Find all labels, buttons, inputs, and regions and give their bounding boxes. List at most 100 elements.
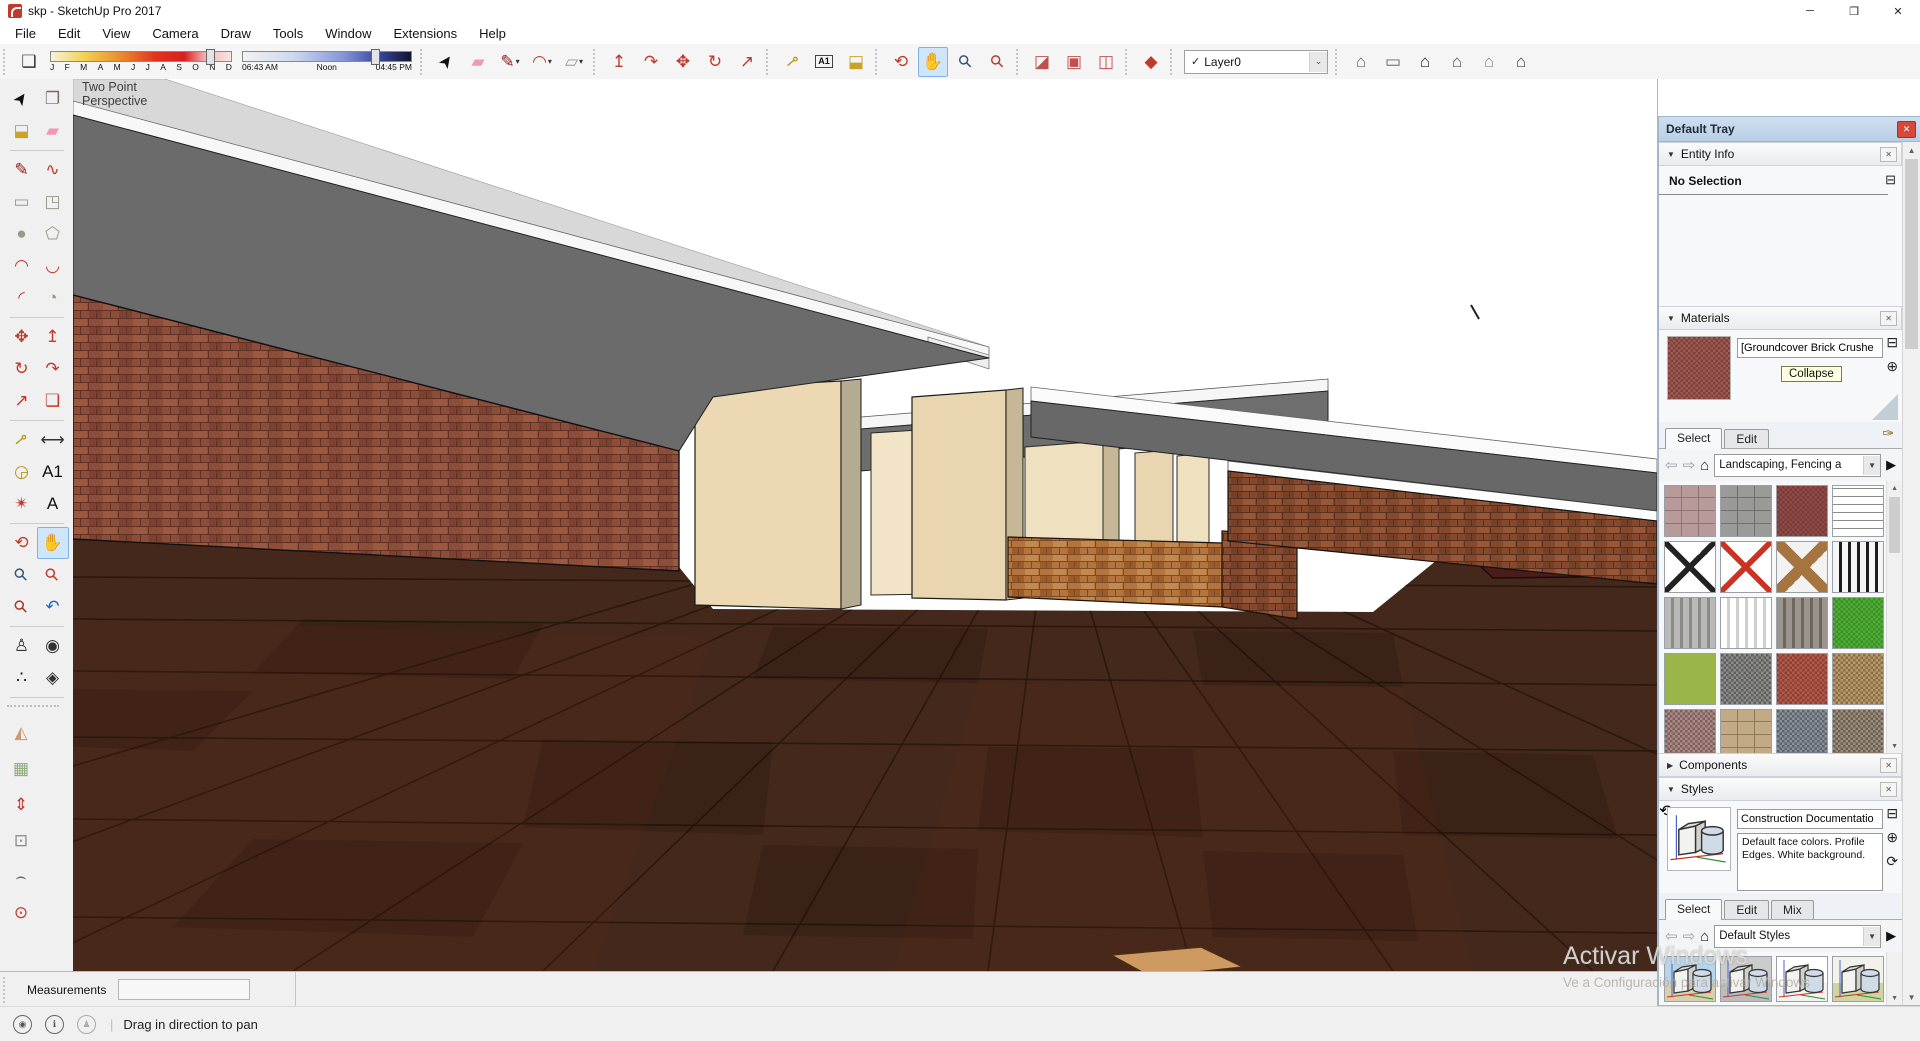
walk-tool[interactable]: ∴ — [6, 662, 38, 694]
display-section-planes-tool[interactable]: ▣ — [1059, 47, 1089, 77]
iso-view-tool[interactable]: ⌂ — [1346, 47, 1376, 77]
zoom-window-tool[interactable]: ⚲ — [37, 559, 69, 591]
dropdown-arrow-icon[interactable]: ▼ — [1863, 927, 1880, 946]
material-swatch-barbed-wire[interactable] — [1832, 485, 1884, 537]
tape-measure-tool[interactable]: ⊸ — [777, 47, 807, 77]
from-contours-tool[interactable]: ◭ — [5, 717, 37, 749]
layer-dropdown-arrow-icon[interactable]: ⌄ — [1309, 52, 1327, 72]
position-camera-tool[interactable]: ♙ — [6, 630, 38, 662]
pan-tool[interactable]: ✋ — [918, 47, 948, 77]
rotated-rectangle-tool[interactable]: ◳ — [37, 186, 69, 218]
material-swatch-wood-planks-weathered[interactable] — [1776, 597, 1828, 649]
move-tool[interactable]: ✥ — [668, 47, 698, 77]
material-swatch-cobblestone-gray[interactable] — [1720, 485, 1772, 537]
material-swatch-lattice-black[interactable] — [1664, 541, 1716, 593]
smoove-tool[interactable]: ⇕ — [5, 789, 37, 821]
three-point-arc-tool[interactable]: ◜ — [6, 282, 38, 314]
back-icon[interactable]: ⇦ — [1665, 927, 1678, 945]
shadow-time-slider[interactable]: 06:43 AMNoon04:45 PM — [242, 51, 412, 72]
back-icon[interactable]: ⇦ — [1665, 456, 1678, 474]
style-thumbnail-white-background[interactable] — [1776, 956, 1828, 1002]
current-material-thumbnail[interactable] — [1667, 336, 1731, 400]
toolbar-grip[interactable] — [1016, 49, 1023, 75]
materials-tab-edit[interactable]: Edit — [1724, 429, 1769, 448]
scroll-down-icon[interactable]: ▼ — [1908, 989, 1916, 1005]
layer-dropdown[interactable]: ✓Layer0⌄ — [1184, 50, 1328, 74]
arc-dropdown-icon[interactable]: ▾ — [548, 57, 552, 66]
forward-icon[interactable]: ⇨ — [1683, 927, 1696, 945]
toolbar-grip[interactable] — [593, 49, 600, 75]
materials-header[interactable]: ▼ Materials ✕ — [1659, 306, 1902, 330]
compass-tool[interactable]: ◈ — [37, 662, 69, 694]
material-swatch-grass-light[interactable] — [1664, 653, 1716, 705]
pan-tool[interactable]: ✋ — [37, 527, 69, 559]
back-view-tool[interactable]: ⌂ — [1474, 47, 1504, 77]
orbit-tool[interactable]: ⟲ — [886, 47, 916, 77]
menu-file[interactable]: File — [4, 24, 47, 43]
styles-tab-select[interactable]: Select — [1665, 899, 1722, 920]
style-thumbnail-green-ground[interactable] — [1832, 956, 1884, 1002]
claim-credit-icon[interactable]: ℹ — [45, 1015, 64, 1034]
line-tool[interactable]: ✎▾ — [495, 47, 525, 77]
forward-icon[interactable]: ⇨ — [1683, 456, 1696, 474]
zoom-extents-tool[interactable]: ⚲ — [982, 47, 1012, 77]
scrollbar-thumb[interactable] — [1889, 497, 1900, 553]
scale-tool[interactable]: ↗ — [732, 47, 762, 77]
scroll-down-icon[interactable]: ▼ — [1891, 739, 1898, 753]
scale-tool[interactable]: ↗ — [6, 385, 38, 417]
select-tool[interactable]: ➤ — [6, 83, 38, 115]
model-viewport[interactable]: Two Point Perspective — [73, 79, 1657, 971]
shadow-month-slider[interactable]: JFMAMJJASOND — [50, 51, 232, 72]
orbit-tool[interactable]: ⟲ — [6, 527, 38, 559]
material-swatch-crushed-brick-red[interactable] — [1776, 653, 1828, 705]
toolbar-grip[interactable] — [420, 49, 427, 75]
shadow-month-slider-track[interactable] — [50, 51, 232, 62]
shadow-time-slider-handle[interactable] — [371, 49, 380, 65]
two-point-arc-tool[interactable]: ◡ — [37, 250, 69, 282]
dimension-tool[interactable]: ⟷ — [37, 424, 69, 456]
3d-text-tool[interactable]: A — [37, 488, 69, 520]
dropdown-arrow-icon[interactable]: ▼ — [1863, 456, 1880, 475]
update-style-icon[interactable]: ⟳ — [1886, 853, 1898, 870]
left-view-tool[interactable]: ⌂ — [1506, 47, 1536, 77]
styles-header[interactable]: ▼ Styles ✕ — [1659, 777, 1902, 801]
circle-tool[interactable]: ● — [6, 218, 38, 250]
look-around-tool[interactable]: ◉ — [37, 630, 69, 662]
tape-measure-tool[interactable]: ⊸ — [6, 424, 38, 456]
materials-scrollbar[interactable]: ▲ ▼ — [1886, 481, 1902, 753]
zoom-tool[interactable]: ⚲ — [6, 559, 38, 591]
paint-bucket-tool[interactable]: ⬓ — [6, 115, 38, 147]
right-view-tool[interactable]: ⌂ — [1442, 47, 1472, 77]
add-detail-tool[interactable]: ⊙ — [5, 897, 37, 929]
menu-draw[interactable]: Draw — [210, 24, 262, 43]
material-swatch-wood-cross[interactable] — [1776, 541, 1828, 593]
collapse-triangle-icon[interactable]: ▼ — [1667, 314, 1675, 323]
geolocation-icon[interactable]: ◉ — [13, 1015, 32, 1034]
tray-close-button[interactable]: ✕ — [1897, 121, 1916, 138]
style-thumbnail-blue-sky-tan-ground[interactable] — [1664, 956, 1716, 1002]
drape-tool[interactable]: ⌢ — [5, 861, 37, 893]
close-button[interactable]: ✕ — [1876, 0, 1920, 22]
text-tool[interactable]: A1 — [37, 456, 69, 488]
home-icon[interactable]: ⌂ — [1700, 457, 1709, 474]
freehand-tool[interactable]: ∿ — [37, 154, 69, 186]
toolbar-grip[interactable] — [1335, 49, 1342, 75]
entity-info-close-button[interactable]: ✕ — [1880, 147, 1897, 162]
eraser-tool[interactable]: ▰ — [463, 47, 493, 77]
style-thumbnail-gray-background[interactable] — [1720, 956, 1772, 1002]
menu-view[interactable]: View — [91, 24, 141, 43]
secondary-pane-toggle-icon[interactable]: ⊟ — [1886, 334, 1898, 351]
material-swatch-gravel-tan[interactable] — [1832, 653, 1884, 705]
material-swatch-pavers-pink[interactable] — [1664, 485, 1716, 537]
material-swatch-grass-green[interactable] — [1832, 597, 1884, 649]
display-section-cuts-tool[interactable]: ◫ — [1091, 47, 1121, 77]
push-pull-tool[interactable]: ↥ — [37, 321, 69, 353]
measurements-grip[interactable] — [3, 977, 10, 1003]
shadow-time-slider-track[interactable] — [242, 51, 412, 62]
line-dropdown-icon[interactable]: ▾ — [516, 57, 520, 66]
tray-title-bar[interactable]: Default Tray ✕ — [1659, 117, 1920, 142]
from-scratch-tool[interactable]: ▦ — [5, 753, 37, 785]
details-arrow-icon[interactable]: ▶ — [1886, 928, 1896, 944]
create-style-icon[interactable]: ⊕ — [1886, 829, 1898, 846]
collapse-triangle-icon[interactable]: ▼ — [1667, 785, 1675, 794]
